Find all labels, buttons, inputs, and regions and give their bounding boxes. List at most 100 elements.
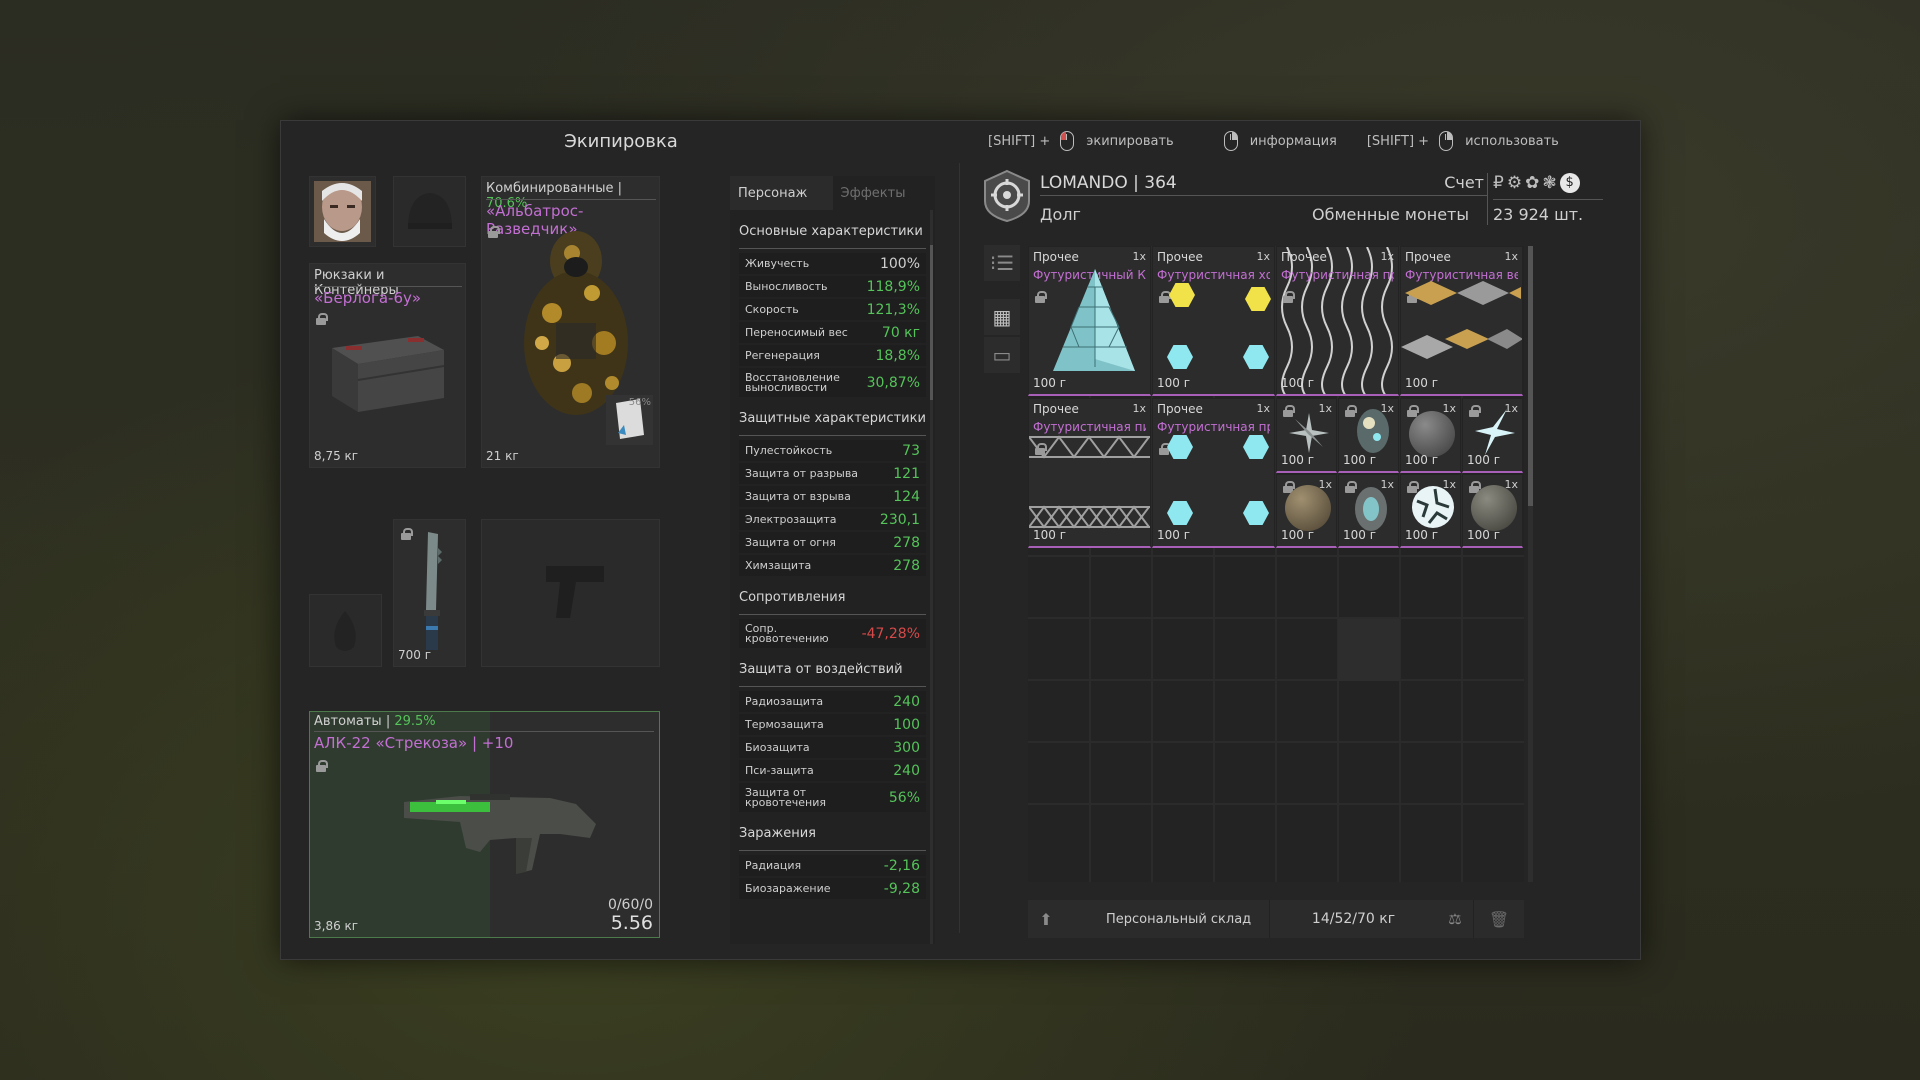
inventory-item[interactable]: 1x 100 г — [1276, 398, 1337, 473]
stat-row: Пулестойкость 73 — [739, 440, 926, 461]
ruble-icon[interactable]: ₽ — [1493, 173, 1504, 193]
stat-row: Скорость 121,3% — [739, 299, 926, 320]
item-weight: 100 г — [1157, 528, 1191, 542]
item-quantity: 1x — [1256, 250, 1270, 263]
item-weight: 100 г — [1343, 453, 1377, 467]
stat-label: Термозащита — [745, 718, 824, 731]
main-stats-title: Основные характеристики — [739, 224, 923, 239]
trash-icon[interactable]: 🗑 — [1474, 910, 1524, 929]
armor-slot[interactable]: Комбинированные | 70.6% «Альбатрос-Разве… — [481, 176, 660, 468]
helmet-slot[interactable] — [393, 176, 466, 247]
currency-underline — [1493, 199, 1603, 200]
grid-view-button[interactable]: ▦ — [984, 299, 1020, 335]
inventory-item[interactable]: Прочее 1x Футуристичная хорош... 100 г — [1152, 246, 1275, 396]
stat-label: Электрозащита — [745, 513, 837, 526]
stats-scrollbar[interactable] — [930, 210, 933, 944]
primary-category-separator: | — [381, 714, 395, 729]
stat-value: 73 — [902, 442, 920, 459]
inventory-item[interactable]: 1x 100 г — [1338, 398, 1399, 473]
sort-button[interactable]: ⁝☰ — [984, 245, 1020, 281]
rock-artifact-icon — [1285, 485, 1331, 531]
item-weight: 100 г — [1467, 528, 1501, 542]
stats-tabs: Персонаж Эффекты — [730, 176, 935, 210]
stats-scroll-thumb[interactable] — [930, 245, 933, 400]
ammo-count: 0/60/0 — [607, 897, 653, 913]
stat-label: Живучесть — [745, 257, 810, 270]
primary-upgrade: | +10 — [467, 734, 514, 752]
section-divider — [739, 435, 926, 436]
item-weight: 100 г — [1281, 528, 1315, 542]
inventory-item[interactable]: Прочее 1x Футуристичная пирами... 100 г — [1028, 398, 1151, 548]
primary-weight: 3,86 кг — [314, 919, 359, 933]
inventory-item[interactable]: 1x 100 г — [1462, 474, 1523, 548]
stat-value: -2,16 — [883, 857, 920, 874]
stats-panel: Персонаж Эффекты Основные характеристики… — [730, 176, 935, 944]
camo-suit-icon — [524, 231, 628, 415]
inventory-item[interactable]: Прочее 1x Футуристичная проч... 100 г — [1276, 246, 1399, 396]
grid-icon: ▦ — [992, 305, 1012, 329]
lock-icon — [1035, 291, 1047, 303]
melee-slot[interactable]: 700 г — [393, 519, 466, 667]
currency-divider — [1487, 173, 1488, 225]
inventory-item[interactable]: 1x 100 г — [1276, 474, 1337, 548]
storage-icon[interactable]: ⬆ — [1028, 910, 1064, 929]
stat-label: Восстановление выносливости — [745, 370, 840, 394]
flower-currency-icon[interactable]: ✿ — [1525, 173, 1539, 193]
stat-value: 118,9% — [866, 278, 920, 295]
lock-icon — [1035, 443, 1047, 455]
storage-label[interactable]: Персональный склад — [1064, 912, 1269, 927]
lock-icon — [316, 313, 328, 325]
primary-category-line: Автоматы | 29.5% — [314, 714, 436, 729]
backpack-slot[interactable]: Рюкзаки и Контейнеры «Берлога-6у» 8,75 к… — [309, 263, 466, 468]
primary-name: АЛК-22 «Стрекоза» — [314, 734, 468, 752]
tab-character[interactable]: Персонаж — [730, 176, 833, 210]
pistol-icon — [546, 566, 604, 618]
item-weight: 100 г — [1405, 376, 1439, 390]
cluster-currency-icon[interactable]: ❃ — [1542, 173, 1556, 193]
stat-row: Радиозащита 240 — [739, 691, 926, 712]
debt-label: Долг — [1040, 205, 1081, 224]
item-weight: 100 г — [1405, 453, 1439, 467]
grenade-slot[interactable] — [309, 594, 382, 667]
armor-insert-slot[interactable]: 56% — [606, 395, 653, 445]
inventory-item[interactable]: 1x 100 г — [1400, 474, 1461, 548]
armor-insert-percent: 56% — [628, 397, 651, 408]
stat-row: Восстановление выносливости 30,87% — [739, 368, 926, 397]
archive-button[interactable]: ▭ — [984, 337, 1020, 373]
inventory-item[interactable]: 1x 100 г — [1338, 474, 1399, 548]
primary-weapon-slot[interactable]: Автоматы | 29.5% АЛК-22 «Стрекоза» | +10… — [309, 711, 660, 938]
inventory-scroll-thumb[interactable] — [1528, 246, 1533, 506]
item-weight: 100 г — [1157, 376, 1191, 390]
stat-row: Химзащита 278 — [739, 555, 926, 576]
stat-value: 100 — [893, 716, 920, 733]
stat-label: Радиозащита — [745, 695, 824, 708]
assault-rifle-icon — [404, 794, 596, 874]
stat-label: Биозаражение — [745, 882, 831, 895]
truss-lattice-icon — [1029, 435, 1150, 529]
gear-currency-icon[interactable]: ⚙ — [1507, 173, 1522, 193]
primary-category: Автоматы — [314, 714, 382, 729]
secondary-weapon-slot[interactable] — [481, 519, 660, 667]
highlight-cell[interactable] — [1338, 619, 1400, 681]
face-slot[interactable] — [309, 176, 376, 247]
inventory-item[interactable]: Прочее 1x Футуристичная прос... 100 г — [1152, 398, 1275, 548]
hex-crystal-icon — [1169, 283, 1195, 307]
inventory-item[interactable]: 1x 100 г — [1400, 398, 1461, 473]
grenade-icon — [334, 611, 356, 651]
item-category: Прочее — [1281, 250, 1327, 264]
inventory-scrollbar[interactable] — [1528, 246, 1533, 882]
armor-underline — [486, 199, 656, 200]
coins-value: 23 924 шт. — [1493, 205, 1584, 224]
stat-label: Пулестойкость — [745, 444, 833, 457]
tab-effects[interactable]: Эффекты — [832, 176, 935, 210]
item-category: Прочее — [1157, 402, 1203, 416]
inventory-item[interactable]: Прочее 1x Футуристичная ветка... 100 г — [1400, 246, 1523, 396]
inventory-item[interactable]: 1x 100 г — [1462, 398, 1523, 473]
stat-label: Радиация — [745, 859, 802, 872]
star-artifact-icon — [1475, 409, 1515, 455]
coin-currency-icon[interactable]: $ — [1559, 173, 1580, 193]
item-quantity: 1x — [1256, 402, 1270, 415]
vertical-divider — [959, 163, 960, 933]
inventory-item[interactable]: Прочее 1x Футуристичный Кону... 100 г — [1028, 246, 1151, 396]
item-quantity: 1x — [1442, 402, 1456, 415]
